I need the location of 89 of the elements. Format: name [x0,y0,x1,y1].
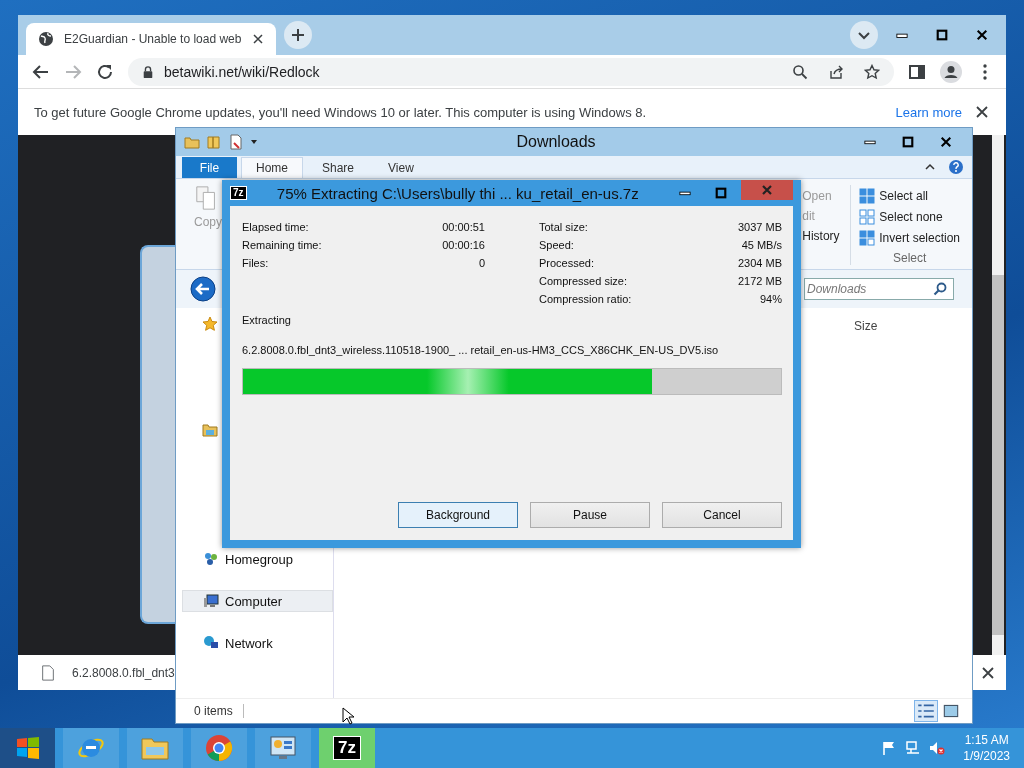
close-icon[interactable] [940,136,952,148]
maximize-icon[interactable] [902,136,914,148]
grid-icon [859,230,876,246]
search-field[interactable]: Downloads [804,278,954,300]
group-label: Select [891,251,928,265]
dialog-button[interactable]: Cancel [662,502,782,528]
nav-item[interactable]: Homegroup [182,548,333,570]
close-icon[interactable] [982,666,994,679]
stat-value: 3037 MB [737,221,782,233]
item-count: 0 items [194,704,244,718]
ribbon-tab[interactable]: View [373,157,429,178]
windows-logo [14,735,41,761]
close-icon[interactable] [252,33,264,45]
ribbon-tab[interactable]: Share [307,157,370,178]
network-icon[interactable] [905,740,922,756]
file-tab[interactable]: File [182,157,237,178]
select-command[interactable]: Invert selection [879,231,960,245]
stat-label: Elapsed time: [242,221,309,233]
close-icon[interactable] [976,106,988,118]
star-icon[interactable] [864,63,880,80]
chevron-down-icon[interactable] [850,21,878,49]
dialog-title: 75% Extracting C:\Users\bully thi ... ku_retail_en-us.7z [275,184,640,202]
stat-value: 0 [478,257,485,269]
taskbar-app[interactable] [191,728,247,768]
profile-icon[interactable] [940,60,962,83]
grid-icon [859,209,876,225]
scrollbar[interactable] [992,135,1004,655]
app-icon: 7z [230,186,247,200]
new-tab-icon[interactable] [284,21,312,49]
select-command[interactable]: Select none [879,210,943,224]
file-name: 6.2.8008.0.fbl_dnt3_wireless.110518-1900_ ... retail_en-us-HM3_CCS_X86CHK_EN-US_DV5.iso [242,344,720,356]
stat-label: Remaining time: [242,239,322,251]
back-arrow-icon[interactable] [32,62,50,81]
start-button[interactable] [0,728,55,768]
stat-label: Speed: [539,239,574,251]
search-icon[interactable] [792,63,808,80]
lock-icon [142,65,154,78]
nav-item[interactable]: Network [182,632,333,654]
stat-label: Compressed size: [539,275,628,287]
window-title: Downloads [515,133,597,151]
reload-icon[interactable] [96,62,114,81]
browser-tab[interactable]: E2Guardian - Unable to load web [26,23,276,55]
help-icon[interactable] [948,159,964,175]
app-icon: 7z [333,736,361,760]
stat-label: Files: [242,257,269,269]
globe-icon [38,31,54,47]
stat-value: 00:00:16 [442,239,485,251]
stat-value: 2304 MB [737,257,782,269]
taskbar-app[interactable]: 7z [319,728,375,768]
star-icon[interactable] [202,316,218,332]
chrome-icon [204,733,234,763]
maximize-icon[interactable] [936,29,948,41]
column-header[interactable]: Size [854,319,878,333]
ribbon-tab[interactable]: Home [241,157,303,178]
dialog-button[interactable]: Background [398,502,518,528]
stat-label: Processed: [539,257,595,269]
homegroup-icon [203,551,219,567]
library-icon[interactable] [202,422,218,438]
side-panel-icon[interactable] [908,62,926,81]
ribbon-command[interactable]: History [802,229,843,243]
maximize-icon[interactable] [715,187,727,199]
close-button[interactable] [741,180,793,200]
select-command[interactable]: Select all [879,189,928,203]
stat-label: Total size: [539,221,588,233]
stat-value: 45 MB/s [741,239,782,251]
address-bar[interactable]: betawiki.net/wiki/Redlock [128,57,894,86]
grid-icon [859,188,876,204]
stat-label: Compression ratio: [539,293,632,305]
dropdown-icon[interactable] [250,138,258,146]
speaker-muted-icon[interactable] [929,740,946,756]
close-icon[interactable] [976,29,988,41]
stat-value: 00:00:51 [442,221,485,233]
close-icon [761,184,773,196]
nav-item[interactable]: Computer [182,590,333,612]
taskbar-app[interactable] [255,728,311,768]
document-icon[interactable] [228,134,244,150]
learn-more-link[interactable]: Learn more [895,104,962,120]
download-filename[interactable]: 6.2.8008.0.fbl_dnt3 [72,665,175,680]
stat-value: 2172 MB [737,275,782,287]
search-icon[interactable] [933,282,947,296]
details-view-icon[interactable] [914,700,938,722]
operation-label: Extracting [242,314,292,326]
share-icon[interactable] [828,63,844,80]
computer-icon [203,593,219,609]
dialog-button[interactable]: Pause [530,502,650,528]
update-message: To get future Google Chrome updates, you'll need Windows 10 or later. This computer is using Windows 8. [34,104,647,120]
stat-value: 94% [759,293,782,305]
file-icon [40,664,56,681]
network-icon [203,635,219,651]
